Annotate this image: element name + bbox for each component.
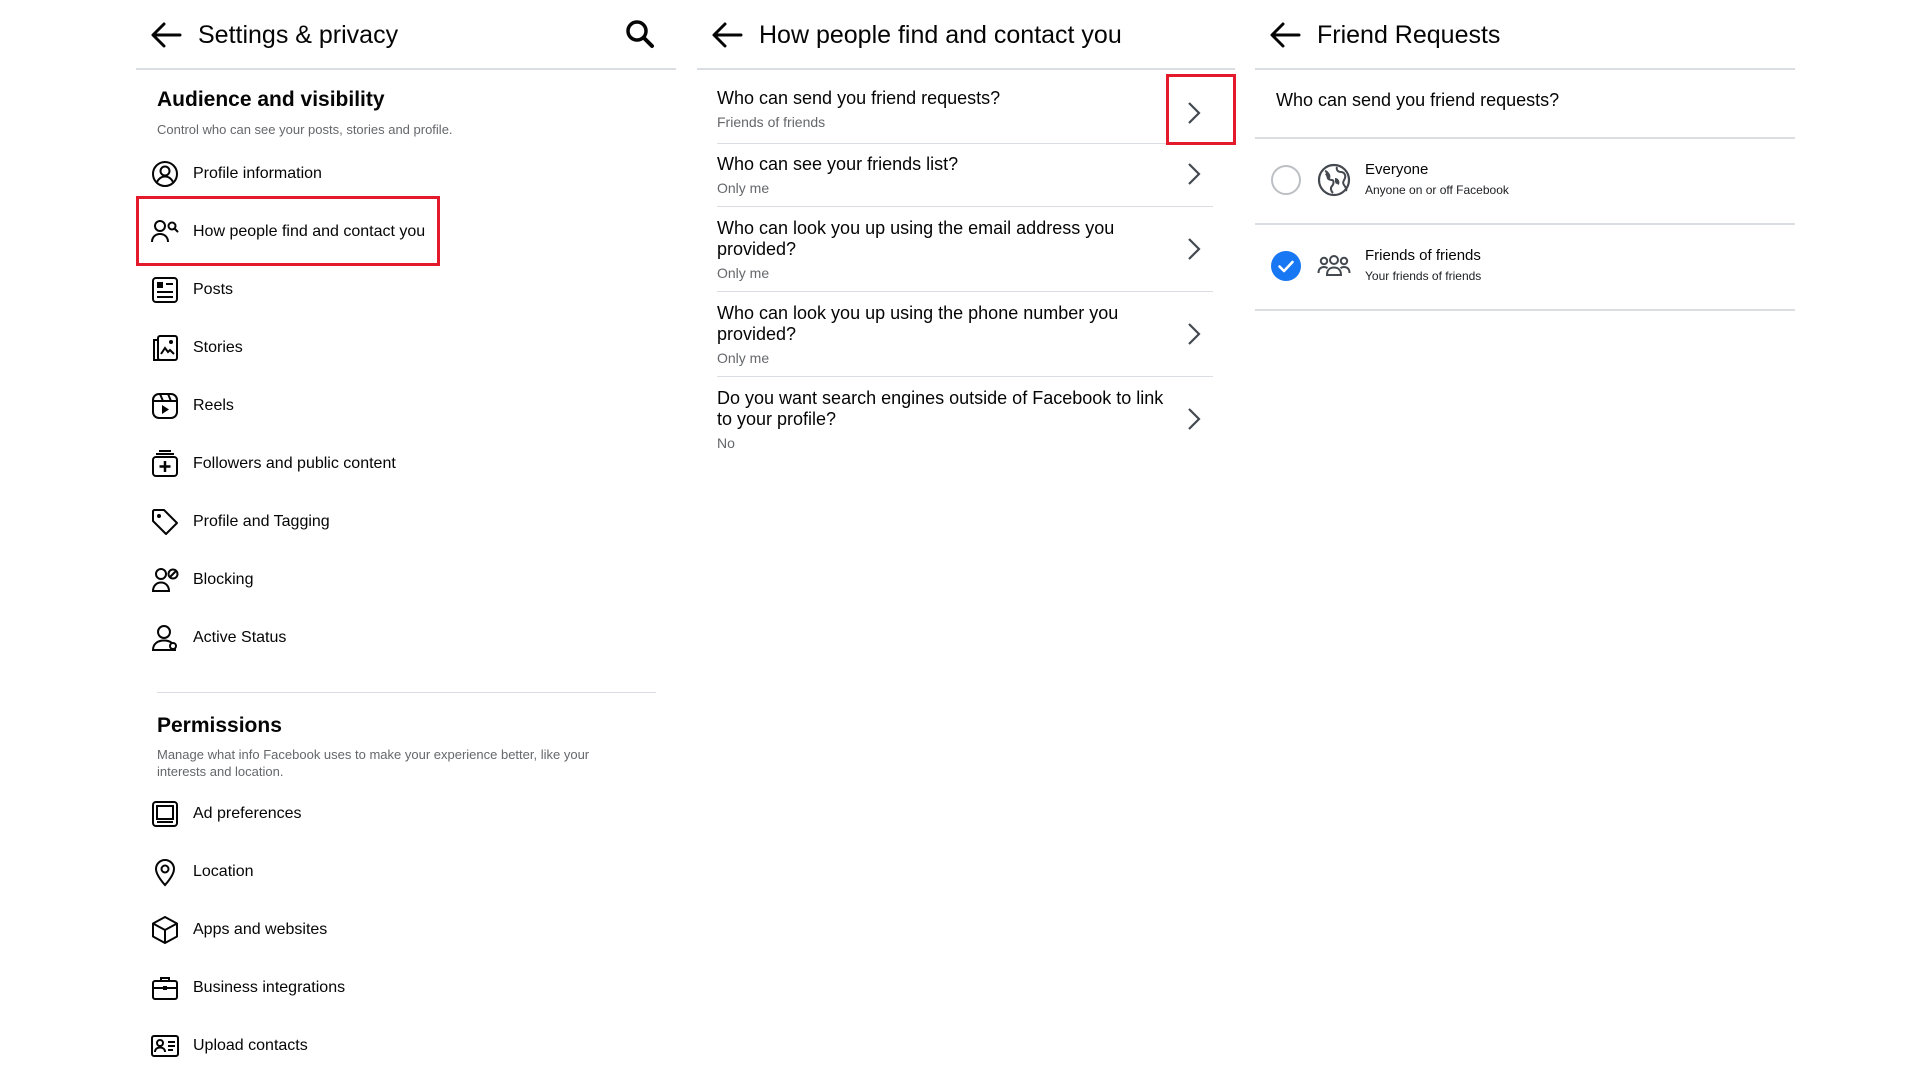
menu-item-label: Posts <box>193 281 234 298</box>
menu-item-how-people-find-you[interactable]: How people find and contact you <box>150 209 450 255</box>
menu-item-label: Upload contacts <box>193 1037 308 1054</box>
back-arrow-icon[interactable] <box>711 21 743 49</box>
menu-item-reels[interactable]: Reels <box>150 383 450 429</box>
question-text: Who can send you friend requests? <box>1276 90 1560 110</box>
setting-row-search-engines[interactable]: Do you want search engines outside of Fa… <box>717 376 1213 461</box>
followers-icon <box>150 449 180 479</box>
top-bar: How people find and contact you <box>697 0 1235 70</box>
audience-section-description: Control who can see your posts, stories … <box>157 122 453 137</box>
menu-item-label: Profile information <box>193 165 322 182</box>
menu-item-label: Reels <box>193 397 234 414</box>
top-bar: Settings & privacy <box>136 0 676 70</box>
setting-row-friend-requests[interactable]: Who can send you friend requests? Friend… <box>717 70 1213 144</box>
option-label: Everyone <box>1365 161 1429 178</box>
briefcase-icon <box>150 973 180 1003</box>
page-title: Settings & privacy <box>198 21 399 49</box>
menu-item-apps-websites[interactable]: Apps and websites <box>150 907 450 953</box>
setting-value: Only me <box>717 180 770 196</box>
chevron-right-icon[interactable] <box>1185 406 1203 432</box>
setting-question: Who can look you up using the phone numb… <box>717 303 1119 344</box>
menu-item-active-status[interactable]: Active Status <box>150 615 450 661</box>
how-people-find-panel: How people find and contact you Who can … <box>697 0 1236 1080</box>
option-label: Friends of friends <box>1365 247 1481 264</box>
blocking-icon <box>150 565 180 595</box>
menu-item-label: Stories <box>193 339 243 356</box>
menu-item-blocking[interactable]: Blocking <box>150 557 450 603</box>
setting-row-email-lookup[interactable]: Who can look you up using the email addr… <box>717 206 1213 292</box>
page-title: Friend Requests <box>1317 21 1501 49</box>
menu-item-label: Apps and websites <box>193 921 328 938</box>
menu-item-stories[interactable]: Stories <box>150 325 450 371</box>
option-friends-of-friends[interactable]: Friends of friends Your friends of frien… <box>1255 225 1795 311</box>
back-arrow-icon[interactable] <box>1269 21 1301 49</box>
menu-item-label: Business integrations <box>193 979 346 996</box>
checkmark-icon <box>1278 260 1294 273</box>
radio-friends-of-friends[interactable] <box>1271 251 1301 281</box>
chevron-right-icon[interactable] <box>1185 161 1203 187</box>
option-everyone[interactable]: Everyone Anyone on or off Facebook <box>1255 139 1795 225</box>
setting-row-phone-lookup[interactable]: Who can look you up using the phone numb… <box>717 291 1213 377</box>
menu-item-label: How people find and contact you <box>193 223 426 240</box>
setting-value: Only me <box>717 265 770 281</box>
menu-item-business-integrations[interactable]: Business integrations <box>150 965 450 1011</box>
posts-icon <box>150 275 180 305</box>
back-arrow-icon[interactable] <box>150 21 182 49</box>
question-header: Who can send you friend requests? <box>1255 69 1795 139</box>
top-bar: Friend Requests <box>1255 0 1795 70</box>
menu-item-label: Active Status <box>193 629 287 646</box>
menu-item-upload-contacts[interactable]: Upload contacts <box>150 1023 450 1069</box>
reels-icon <box>150 391 180 421</box>
friends-group-icon <box>1317 249 1351 283</box>
ad-preferences-icon <box>150 799 180 829</box>
setting-value: Friends of friends <box>717 114 826 130</box>
globe-icon <box>1317 163 1351 197</box>
menu-item-location[interactable]: Location <box>150 849 450 895</box>
page-title: How people find and contact you <box>759 21 1122 49</box>
friend-requests-panel: Friend Requests Who can send you friend … <box>1255 0 1795 1080</box>
settings-privacy-panel: Settings & privacy Audience and visibili… <box>136 0 676 1080</box>
menu-item-posts[interactable]: Posts <box>150 267 450 313</box>
menu-item-label: Followers and public content <box>193 455 396 472</box>
active-status-icon <box>150 623 180 653</box>
setting-question: Who can send you friend requests? <box>717 88 1001 108</box>
chevron-right-icon[interactable] <box>1185 321 1203 347</box>
chevron-right-icon[interactable] <box>1185 236 1203 262</box>
audience-section-title: Audience and visibility <box>157 88 385 111</box>
stories-icon <box>150 333 180 363</box>
menu-item-profile-information[interactable]: Profile information <box>150 151 450 197</box>
radio-everyone[interactable] <box>1271 165 1301 195</box>
profile-circle-icon <box>150 159 180 189</box>
cube-icon <box>150 915 180 945</box>
setting-question: Do you want search engines outside of Fa… <box>717 388 1164 429</box>
location-pin-icon <box>150 857 180 887</box>
tag-icon <box>150 507 180 537</box>
menu-item-label: Ad preferences <box>193 805 302 822</box>
permissions-section-title: Permissions <box>157 714 282 737</box>
setting-row-friends-list[interactable]: Who can see your friends list? Only me <box>717 143 1213 207</box>
setting-question: Who can see your friends list? <box>717 154 959 174</box>
menu-item-label: Blocking <box>193 571 254 588</box>
chevron-right-icon[interactable] <box>1185 100 1203 126</box>
setting-value: Only me <box>717 350 770 366</box>
setting-value: No <box>717 435 735 451</box>
menu-item-label: Profile and Tagging <box>193 513 330 530</box>
permissions-section-description: Manage what info Facebook uses to make y… <box>157 747 590 779</box>
menu-item-ad-preferences[interactable]: Ad preferences <box>150 791 450 837</box>
option-sublabel: Your friends of friends <box>1365 269 1482 283</box>
menu-item-profile-tagging[interactable]: Profile and Tagging <box>150 499 450 545</box>
section-divider <box>157 692 656 693</box>
setting-question: Who can look you up using the email addr… <box>717 218 1115 259</box>
option-sublabel: Anyone on or off Facebook <box>1365 183 1509 197</box>
menu-item-label: Location <box>193 863 254 880</box>
contact-card-icon <box>150 1031 180 1061</box>
menu-item-followers[interactable]: Followers and public content <box>150 441 450 487</box>
person-search-icon <box>150 217 180 247</box>
search-icon[interactable] <box>624 18 656 50</box>
